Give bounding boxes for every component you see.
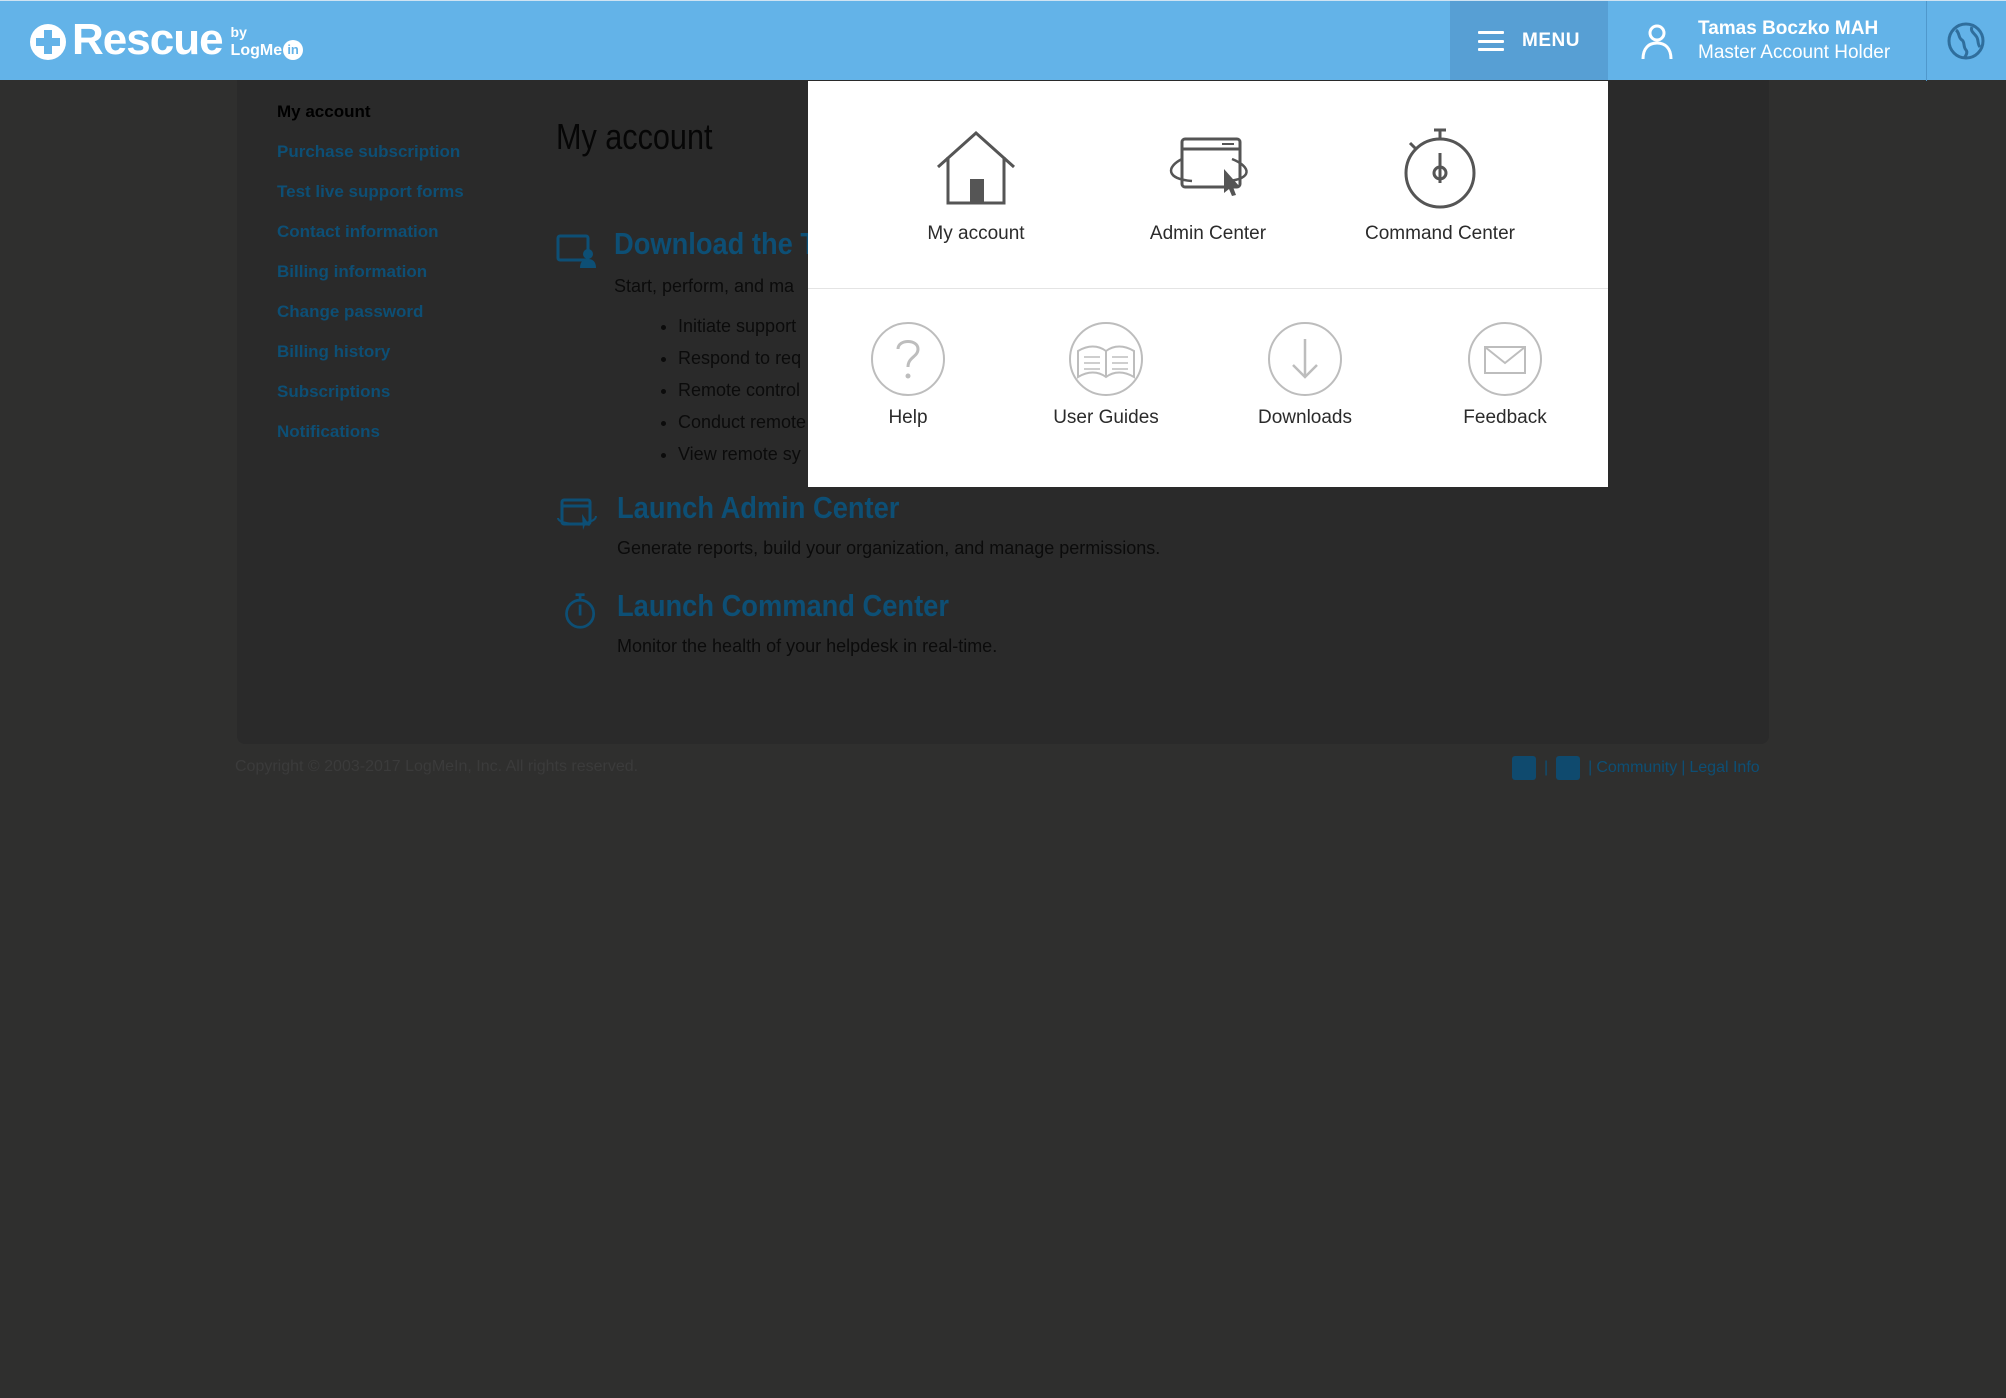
menu-item-label: Feedback xyxy=(1463,407,1547,428)
menu-label: MENU xyxy=(1522,30,1580,51)
command-center-icon xyxy=(565,593,596,629)
footer-separator: | xyxy=(1588,759,1593,776)
community-link[interactable]: Community xyxy=(1596,759,1677,777)
command-center-desc: Monitor the health of your helpdesk in r… xyxy=(617,636,998,656)
user-account[interactable]: Tamas Boczko MAH Master Account Holder xyxy=(1640,1,1890,81)
sidebar-item-subscriptions[interactable]: Subscriptions xyxy=(277,376,577,416)
menu-item-command-center[interactable]: Command Center xyxy=(1340,121,1540,245)
user-icon xyxy=(1641,24,1673,60)
menu-item-user-guides[interactable]: User Guides xyxy=(1016,321,1196,429)
list-item: Initiate support xyxy=(678,312,806,344)
home-icon xyxy=(936,130,1016,205)
rescue-plus-icon xyxy=(30,24,66,60)
download-section-desc: Start, perform, and ma xyxy=(614,276,795,296)
sidebar-item-test-live-support-forms[interactable]: Test live support forms xyxy=(277,176,577,216)
footer-links: | | Community | Legal Info xyxy=(1508,756,1760,780)
top-header: Rescue by LogMe in MENU Tamas Boczko MAH… xyxy=(0,0,2006,81)
logo-brand-text: LogMe xyxy=(230,41,283,59)
admin-center-icon xyxy=(557,498,597,530)
menu-item-feedback[interactable]: Feedback xyxy=(1415,321,1595,429)
sidebar-item-contact-information[interactable]: Contact information xyxy=(277,216,577,256)
hamburger-icon xyxy=(1478,31,1505,51)
sidebar-item-purchase-subscription[interactable]: Purchase subscription xyxy=(277,136,577,176)
sidebar-item-change-password[interactable]: Change password xyxy=(277,296,577,336)
user-text: Tamas Boczko MAH Master Account Holder xyxy=(1698,17,1890,65)
menu-item-help[interactable]: Help xyxy=(818,321,998,429)
launch-command-center-link[interactable]: Launch Command Center xyxy=(617,588,949,624)
list-item: Remote control xyxy=(678,376,806,408)
sidebar-item-notifications[interactable]: Notifications xyxy=(277,416,577,456)
page-title: My account xyxy=(556,116,713,157)
menu-item-label: My account xyxy=(927,223,1025,244)
sidebar-nav: My account Purchase subscription Test li… xyxy=(277,96,577,456)
download-section-title[interactable]: Download the T xyxy=(614,226,817,262)
logo-in-badge: in xyxy=(283,40,304,60)
menu-item-admin-center[interactable]: Admin Center xyxy=(1108,121,1308,245)
menu-item-label: Command Center xyxy=(1365,223,1515,244)
header-divider xyxy=(1926,1,1927,81)
logo-brand: LogMe in xyxy=(231,40,304,60)
twitter-icon[interactable] xyxy=(1512,756,1536,780)
menu-button[interactable]: MENU xyxy=(1450,1,1608,81)
sidebar-item-my-account[interactable]: My account xyxy=(277,96,577,136)
list-item: Respond to req xyxy=(678,344,806,376)
copyright: Copyright © 2003-2017 LogMeIn, Inc. All … xyxy=(235,758,639,775)
user-role: Master Account Holder xyxy=(1698,42,1891,63)
envelope-icon xyxy=(1468,322,1542,396)
list-item: Conduct remote xyxy=(678,408,806,440)
globe-icon[interactable] xyxy=(1946,21,1986,61)
menu-item-label: Help xyxy=(888,407,928,428)
legal-info-link[interactable]: Legal Info xyxy=(1689,759,1759,777)
download-features-list: Initiate support Respond to req Remote c… xyxy=(636,312,806,472)
menu-item-label: Downloads xyxy=(1258,407,1352,428)
download-technician-console-icon xyxy=(556,234,596,268)
menu-item-downloads[interactable]: Downloads xyxy=(1215,321,1395,429)
logo-byline: by LogMe in xyxy=(231,25,304,62)
book-icon xyxy=(1069,322,1143,396)
admin-center-desc: Generate reports, build your organizatio… xyxy=(617,538,1161,558)
launch-admin-center-link[interactable]: Launch Admin Center xyxy=(617,490,899,526)
menu-item-label: Admin Center xyxy=(1149,223,1267,244)
admin-window-icon xyxy=(1170,137,1248,196)
question-icon xyxy=(871,322,945,396)
sidebar-item-billing-information[interactable]: Billing information xyxy=(277,256,577,296)
stopwatch-icon xyxy=(1404,128,1476,209)
logo-wordmark: Rescue xyxy=(72,15,224,64)
sidebar-item-billing-history[interactable]: Billing history xyxy=(277,336,577,376)
facebook-icon[interactable] xyxy=(1556,756,1581,780)
menu-dropdown: My account Admin Center Command Center H… xyxy=(808,81,1608,487)
footer-separator: | xyxy=(1544,759,1549,776)
menu-item-my-account[interactable]: My account xyxy=(876,121,1076,245)
footer-separator: | xyxy=(1681,759,1686,776)
logo-by: by xyxy=(230,24,247,40)
user-name: Tamas Boczko MAH xyxy=(1698,18,1879,39)
list-item: View remote sy xyxy=(678,440,806,472)
download-icon xyxy=(1268,322,1342,396)
rescue-logo[interactable]: Rescue by LogMe in xyxy=(28,15,304,64)
menu-item-label: User Guides xyxy=(1053,407,1159,428)
